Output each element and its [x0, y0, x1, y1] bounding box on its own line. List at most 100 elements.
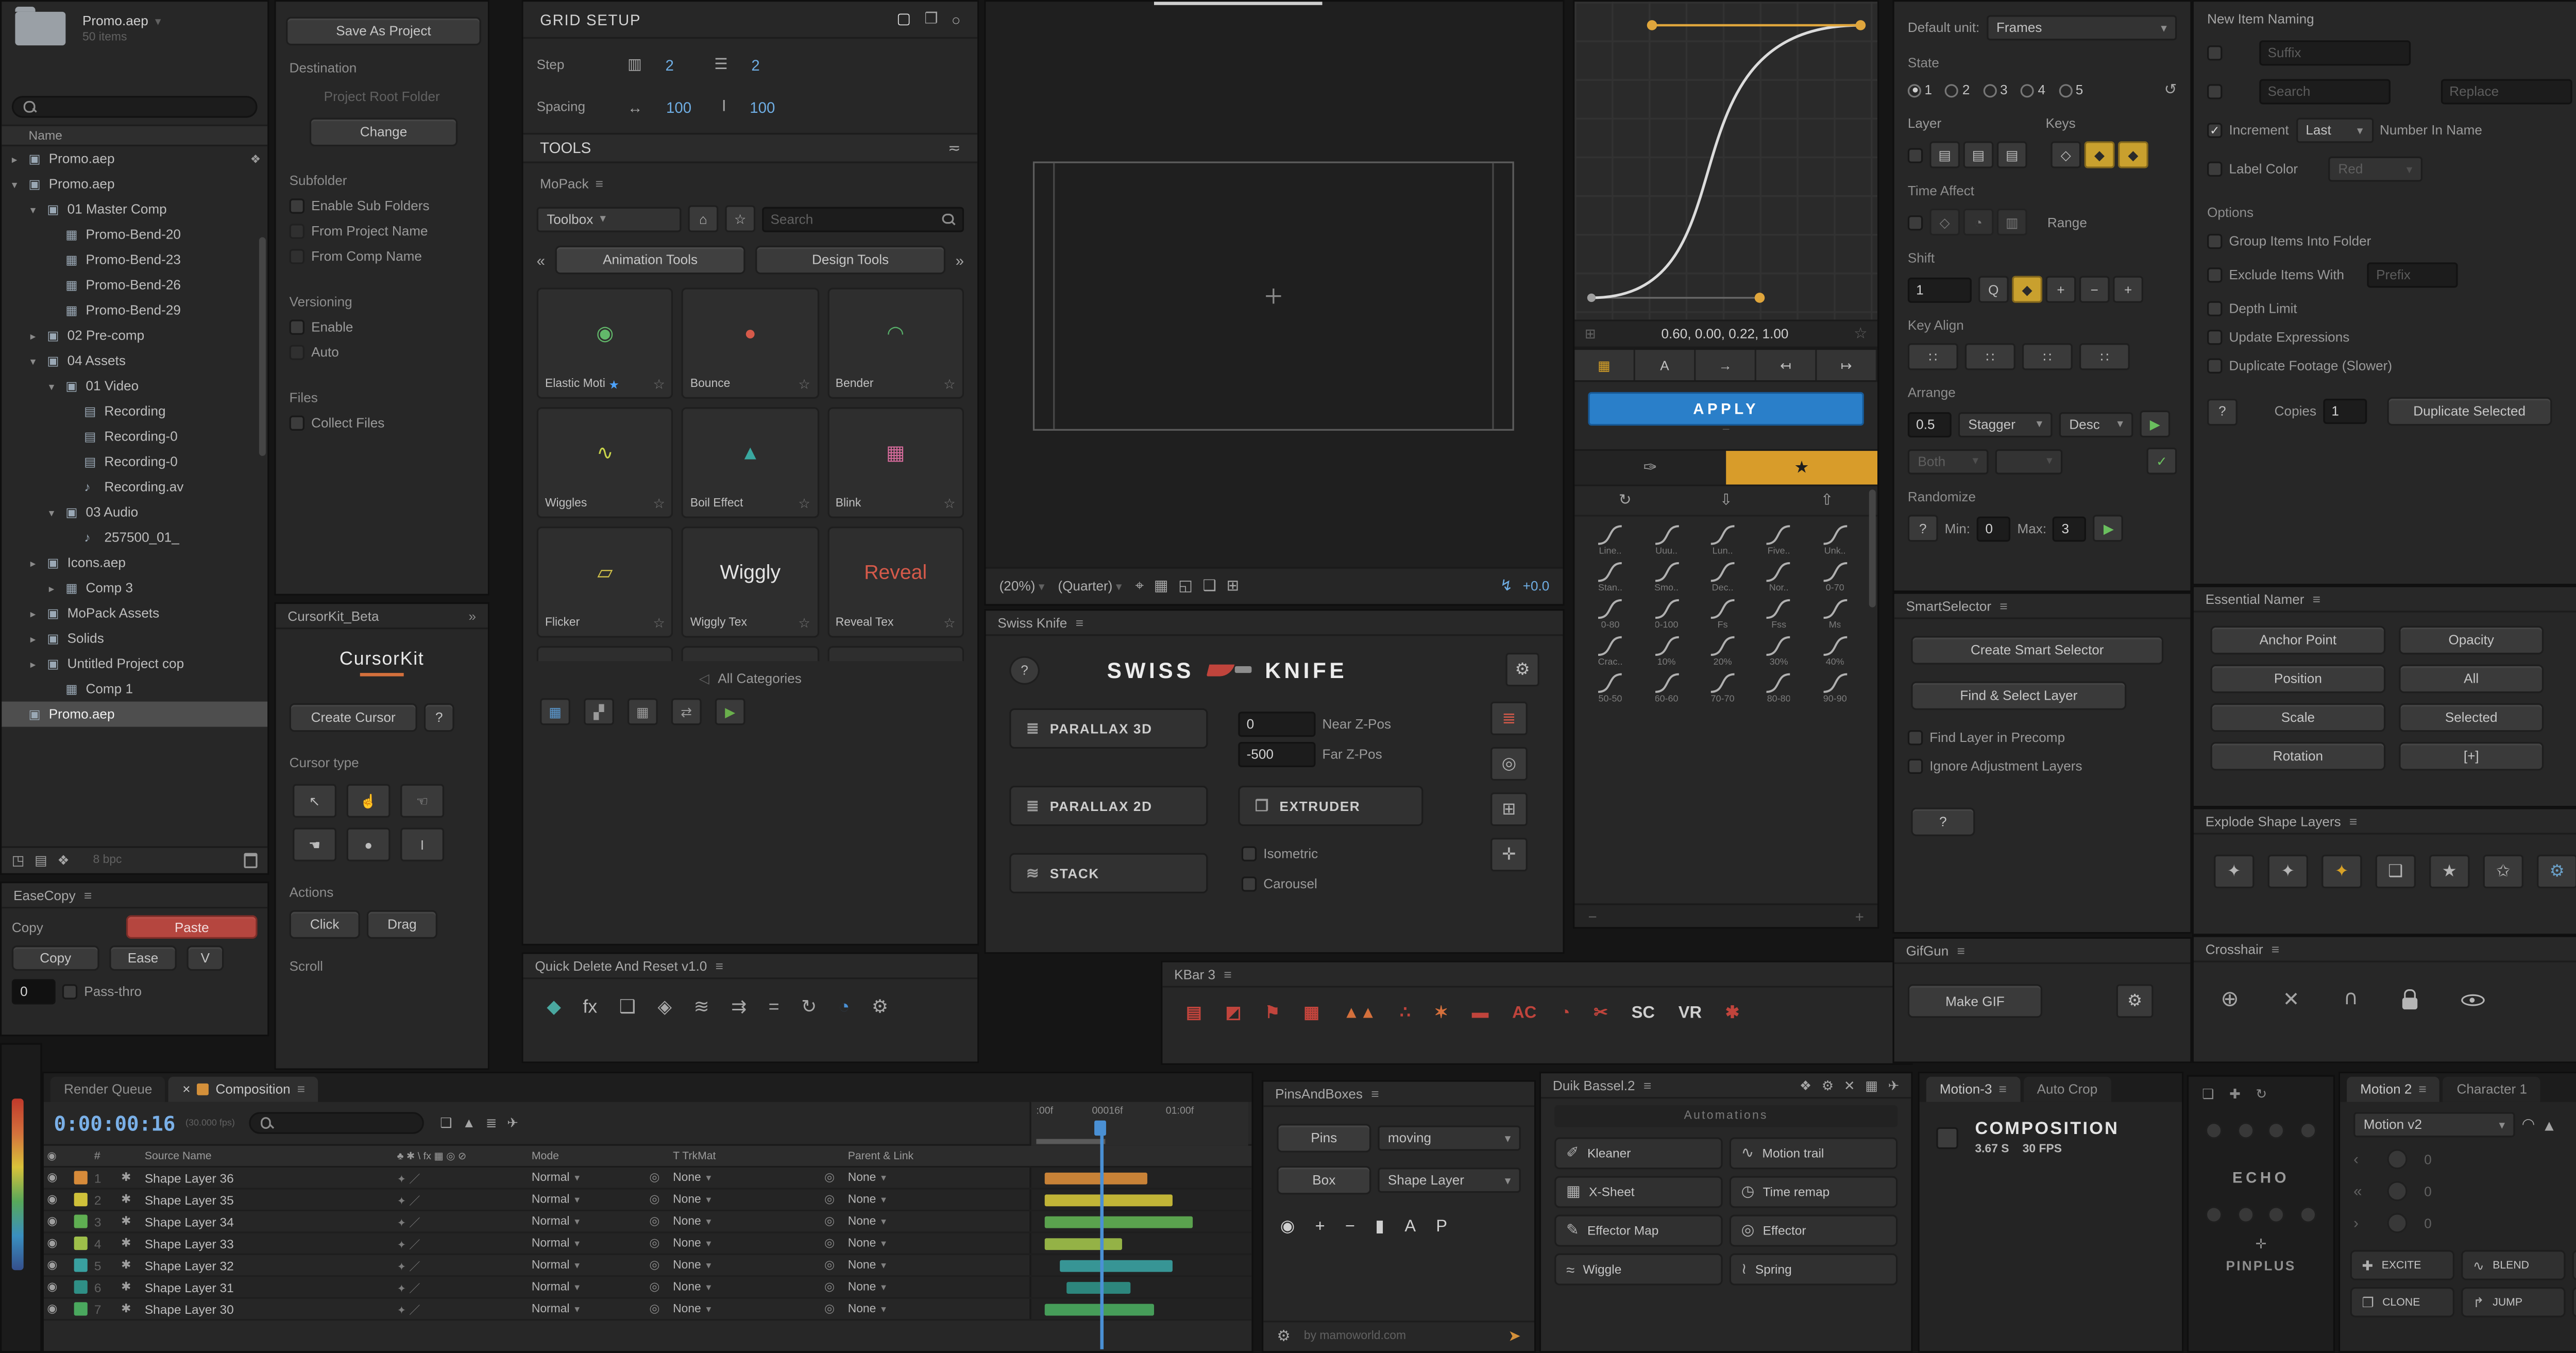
project-tree-row[interactable]: ▸ ▣ Promo.aep ❖	[2, 146, 267, 172]
ease-preset[interactable]: Unk..	[1809, 523, 1860, 557]
make-gif-button[interactable]: Make GIF	[1908, 984, 2042, 1018]
ease-toolbar-icon[interactable]: ↦	[1817, 350, 1878, 380]
find-precomp-checkbox[interactable]	[1908, 730, 1923, 745]
color-gradient-bar[interactable]	[12, 1098, 24, 1270]
copies-input[interactable]: 1	[2323, 399, 2367, 424]
panel-menu-icon[interactable]: ≡	[1643, 1077, 1651, 1092]
unit-select[interactable]: Frames▾	[1986, 15, 2177, 40]
swiss-knife-side-icon[interactable]: ≣	[1490, 702, 1528, 735]
tab-render-queue[interactable]: Render Queue	[50, 1077, 166, 1102]
ease-toolbar-icon[interactable]: →	[1696, 350, 1756, 380]
ease-preset[interactable]: Ms	[1809, 597, 1860, 631]
explode-tool-icon[interactable]: ✦	[2321, 855, 2362, 888]
drag-button[interactable]: Drag	[367, 910, 437, 939]
blend-mode-select[interactable]: Normal▾	[532, 1194, 580, 1206]
eye-icon[interactable]: ◉	[44, 1299, 71, 1319]
step-value-2[interactable]: 2	[751, 56, 759, 73]
motion2-tool-button[interactable]: ❐ CLONE	[2350, 1287, 2454, 1317]
kbar-script-icon[interactable]: ∴	[1400, 1004, 1411, 1023]
tool-card[interactable]: ▲ Boil Effect ☆	[682, 407, 819, 518]
ease-preset[interactable]: Crac..	[1585, 634, 1636, 668]
ease-value[interactable]: 0	[12, 979, 56, 1004]
duik-automation-button[interactable]: ▦ X-Sheet	[1554, 1176, 1723, 1208]
tool-card[interactable]: ∴ ☆	[682, 646, 819, 661]
motion2-tool-button[interactable]: ▤ BUR	[2572, 1250, 2576, 1280]
peak-icon[interactable]: ▲	[2541, 1117, 2556, 1134]
key-mode-icon[interactable]: ◇	[2050, 141, 2081, 168]
shift-value-input[interactable]: 1	[1908, 277, 1972, 302]
essential-property-button[interactable]: Scale	[2211, 703, 2386, 732]
essential-property-button[interactable]: Position	[2211, 665, 2386, 694]
box-type-select[interactable]: Shape Layer▾	[1378, 1168, 1521, 1193]
duik-header-icon[interactable]: ✈	[1888, 1077, 1900, 1092]
viewer-tool-icon[interactable]: ▦	[1154, 577, 1168, 596]
project-tree-row[interactable]: ▦ Promo-Bend-23	[2, 247, 267, 273]
ease-preset[interactable]: Dec..	[1697, 560, 1748, 594]
tab-character[interactable]: Character 1	[2443, 1077, 2540, 1102]
kbar-script-icon[interactable]: VR	[1679, 1004, 1702, 1023]
fast-previews-icon[interactable]: ↯	[1500, 577, 1513, 596]
prefix-input[interactable]: Prefix	[2368, 262, 2459, 287]
project-tree-row[interactable]: ▾ ▣ 01 Video	[2, 374, 267, 399]
parallax-3d-button[interactable]: ≣ PARALLAX 3D	[1009, 708, 1208, 749]
tool-card[interactable]: ▬ ☆	[827, 646, 964, 661]
project-scrollbar[interactable]	[259, 237, 266, 455]
blend-mode-select[interactable]: Normal▾	[532, 1303, 580, 1315]
viewer-tool-icon[interactable]: ⌖	[1136, 577, 1144, 596]
panel-chevrons-icon[interactable]: »	[469, 608, 477, 623]
tool-card[interactable]: ∿ Wiggles ☆	[537, 407, 674, 518]
project-tree-row[interactable]: ▸ ▣ 02 Pre-comp	[2, 323, 267, 348]
parent-select[interactable]: None▾	[848, 1259, 886, 1271]
update-expressions-checkbox[interactable]	[2207, 330, 2222, 345]
preset-scrollbar[interactable]	[1869, 489, 1876, 607]
footer-icon[interactable]: ▤	[35, 853, 47, 868]
panel-menu-icon[interactable]: ≡	[2272, 941, 2279, 956]
pickwhip-icon[interactable]: ◎	[646, 1190, 670, 1210]
project-tree-row[interactable]: ▦ Promo-Bend-26	[2, 273, 267, 298]
name-column-header[interactable]: Name	[29, 128, 62, 143]
change-button[interactable]: Change	[310, 118, 457, 147]
blend-mode-select[interactable]: Normal▾	[532, 1238, 580, 1249]
quick-delete-icon[interactable]: ↻	[801, 996, 817, 1018]
eye-icon[interactable]	[2461, 989, 2484, 1009]
randomize-help-icon[interactable]: ?	[1908, 515, 1938, 542]
favorite-star-icon[interactable]: ☆	[653, 496, 665, 511]
parent-link-column-header[interactable]: Parent & Link	[844, 1146, 1029, 1166]
exclude-items-checkbox[interactable]	[2207, 267, 2222, 282]
click-button[interactable]: Click	[290, 910, 360, 939]
ease-preset[interactable]: Nor..	[1753, 560, 1804, 594]
max-input[interactable]: 3	[2053, 516, 2087, 541]
swiss-knife-side-icon[interactable]: ◎	[1490, 747, 1528, 781]
kbar-script-icon[interactable]: ✱	[1725, 1004, 1739, 1023]
timeline-toolbar-icon[interactable]: ✈	[507, 1115, 518, 1130]
quick-delete-icon[interactable]: ⇉	[731, 996, 747, 1018]
eye-icon[interactable]: ◉	[44, 1255, 71, 1275]
layer-row[interactable]: ◉ 7 ✱ Shape Layer 30 ✦ ／ Normal▾ ◎ None▾…	[44, 1299, 1251, 1321]
favorite-star-icon[interactable]: ☆	[943, 496, 955, 511]
pickwhip-icon[interactable]: ◎	[646, 1233, 670, 1253]
layer-checkbox[interactable]	[1908, 147, 1923, 162]
settings-gear-icon[interactable]: ⚙	[1505, 653, 1539, 686]
search-input[interactable]: Search	[2259, 79, 2391, 104]
panel-menu-icon[interactable]: ≡	[1371, 1086, 1379, 1101]
label-color-chip[interactable]	[74, 1258, 88, 1272]
state-radio[interactable]: 1	[1908, 82, 1932, 97]
project-tree-row[interactable]: ▸ ▦ Comp 3	[2, 576, 267, 601]
pins-tool-icon[interactable]: ▮	[1375, 1218, 1384, 1237]
control-value[interactable]: 0	[2424, 1152, 2432, 1166]
copy-button[interactable]: Copy	[12, 945, 99, 971]
project-search-input[interactable]	[12, 96, 258, 117]
layer-track[interactable]	[1029, 1299, 1251, 1319]
trkmat-column-header[interactable]: T TrkMat	[670, 1146, 821, 1166]
control-value[interactable]: 0	[2424, 1183, 2432, 1198]
toolbox-select[interactable]: Toolbox▾	[537, 206, 682, 231]
stack-button[interactable]: ≋ STACK	[1009, 853, 1208, 893]
arrange-value-input[interactable]: 0.5	[1908, 411, 1952, 436]
motion2-tool-button[interactable]: ✎ NAM	[2572, 1287, 2576, 1317]
control-value[interactable]: 0	[2424, 1215, 2432, 1230]
layer-duration-bar[interactable]	[1044, 1215, 1192, 1227]
knob[interactable]	[2387, 1149, 2407, 1169]
project-tree-row[interactable]: ▦ Promo-Bend-29	[2, 298, 267, 323]
layer-track[interactable]	[1029, 1277, 1251, 1297]
pins-button[interactable]: Pins	[1277, 1124, 1371, 1153]
